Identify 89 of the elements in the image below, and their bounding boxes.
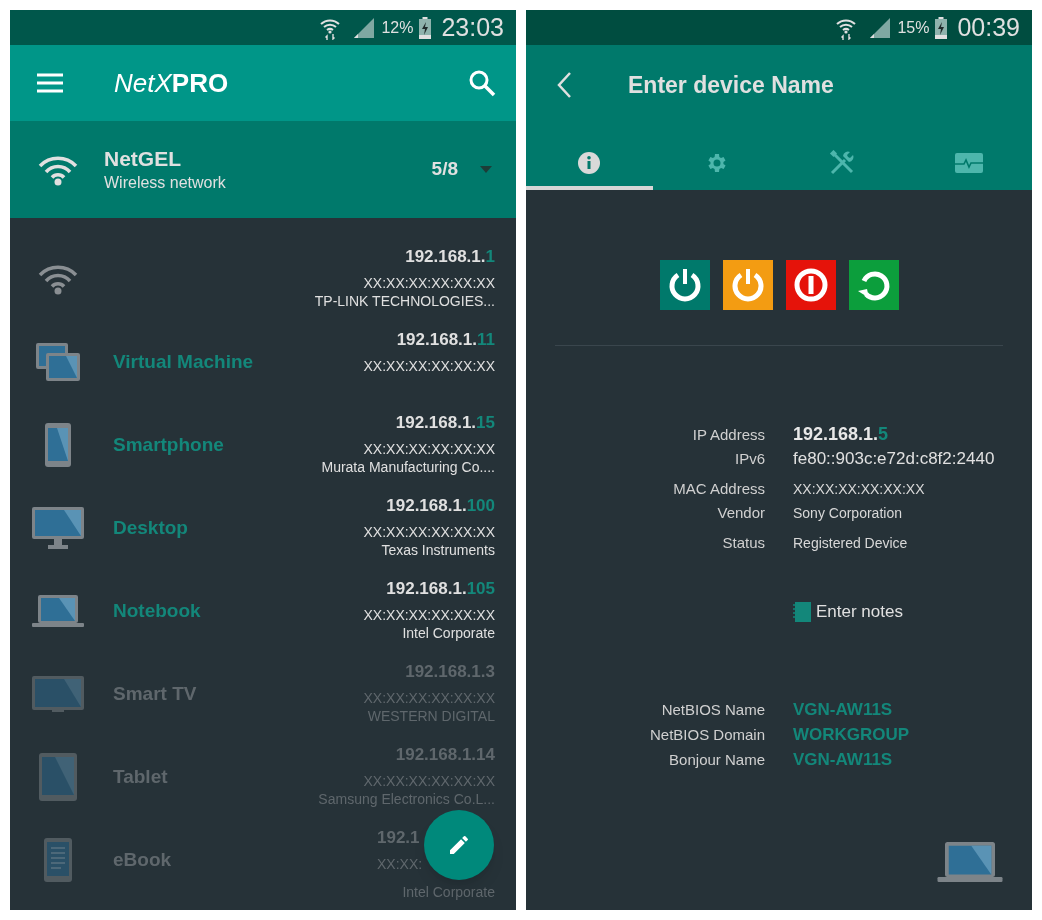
signal-icon: [353, 16, 376, 39]
ip-address: 192.1: [377, 827, 420, 849]
search-icon[interactable]: [468, 69, 496, 98]
clock: 00:39: [957, 11, 1020, 43]
field-value: VGN-AW11S: [793, 698, 894, 721]
device-row[interactable]: Virtual Machine 192.168.1.11 XX:XX:XX:XX:XX:XX: [10, 329, 516, 412]
field-label: NetBIOS Domain: [648, 724, 765, 745]
mac-address: XX:XX:XX:XX:XX:XX: [363, 606, 495, 624]
mac-address: XX:XX:XX:XX:XX:XX: [363, 440, 495, 458]
field-value: WORKGROUP: [793, 723, 911, 746]
power-button[interactable]: [722, 260, 773, 310]
screen-title: Enter device Name: [628, 70, 834, 100]
ip-address: 192.168.1.100: [386, 495, 495, 517]
device-name: Smart TV: [113, 681, 197, 706]
network-selector[interactable]: NetGEL Wireless network 5/8: [10, 121, 516, 218]
restart-button[interactable]: [848, 260, 899, 310]
menu-icon[interactable]: [36, 73, 64, 94]
device-row[interactable]: 192.168.1.1 XX:XX:XX:XX:XX:XX TP-LINK TECHNOLOGIES...: [10, 246, 516, 329]
power-off-button[interactable]: [785, 260, 836, 310]
device-name: Smartphone: [113, 432, 224, 457]
laptop-icon: [936, 841, 1004, 882]
clock: 23:03: [441, 11, 504, 43]
two-monitors-icon: [36, 343, 80, 381]
device-count: 5/8: [431, 157, 458, 182]
device-row[interactable]: Notebook 192.168.1.105 XX:XX:XX:XX:XX:XX Intel Corporate: [10, 578, 516, 661]
mac-address: XX:XX:XX:XX:XX:XX: [363, 772, 495, 790]
tablet-icon: [39, 753, 77, 801]
tools-icon: [829, 150, 856, 176]
ip-address: 192.168.1.15: [395, 412, 495, 434]
ip-address: 192.168.1.3: [405, 661, 495, 683]
vendor-name: Texas Instruments: [381, 541, 495, 559]
field-label: Bonjour Name: [668, 749, 765, 770]
device-name: Desktop: [113, 515, 188, 540]
ip-address: 192.168.1.5: [793, 423, 890, 446]
tv-icon: [32, 676, 84, 712]
vendor-name: WESTERN DIGITAL: [367, 707, 495, 725]
wifi-icon: [38, 263, 78, 295]
battery-icon: [935, 16, 948, 39]
info-icon: [577, 151, 602, 175]
field-value: Registered Device: [793, 534, 909, 553]
network-name: NetGEL: [104, 145, 182, 172]
mac-address: XX:XX:: [377, 855, 423, 873]
network-type: Wireless network: [104, 172, 226, 193]
device-name: Virtual Machine: [113, 349, 254, 374]
device-name: Notebook: [113, 598, 201, 623]
notebook-icon: [793, 601, 811, 622]
signal-icon: [869, 16, 892, 39]
app-title: NetXPRO: [114, 66, 229, 100]
field-value: VGN-AW11S: [793, 748, 894, 771]
field-label: IPv6: [734, 449, 765, 469]
battery-percent: 12%: [381, 17, 414, 38]
field-label: Vendor: [716, 503, 765, 523]
vendor-name: Intel Corporate: [402, 624, 495, 642]
vendor-name: Murata Manufacturing Co....: [321, 458, 495, 476]
field-value: Sony Corporation: [793, 504, 903, 523]
pulse-monitor-icon: [954, 153, 983, 173]
back-icon[interactable]: [556, 71, 572, 99]
field-value: XX:XX:XX:XX:XX:XX: [793, 480, 926, 499]
device-row[interactable]: Smartphone 192.168.1.15 XX:XX:XX:XX:XX:XX Murata Manufacturing Co....: [10, 412, 516, 495]
mac-address: XX:XX:XX:XX:XX:XX: [363, 523, 495, 541]
device-name: eBook: [113, 847, 172, 872]
ebook-reader-icon: [44, 838, 72, 882]
pencil-icon: [447, 833, 471, 857]
ip-address: 192.168.1.105: [386, 578, 495, 600]
smartphone-icon: [45, 423, 71, 467]
power-icon: [792, 267, 829, 303]
battery-icon: [419, 16, 432, 39]
power-button[interactable]: [659, 260, 710, 310]
monitor-icon: [32, 507, 84, 549]
vendor-name: Samsung Electronics Co.L...: [318, 790, 495, 808]
caret-icon: [480, 166, 492, 174]
ip-address: 192.168.1.14: [395, 744, 495, 766]
field-label: MAC Address: [672, 479, 765, 499]
notes-button[interactable]: Enter notes: [793, 599, 903, 625]
field-value: fe80::903c:e72d:c8f2:2440: [793, 448, 996, 470]
device-row[interactable]: Desktop 192.168.1.100 XX:XX:XX:XX:XX:XX Texas Instruments: [10, 495, 516, 578]
device-name: Tablet: [113, 764, 168, 789]
ip-address: 192.168.1.11: [396, 329, 495, 351]
mac-address: XX:XX:XX:XX:XX:XX: [363, 357, 495, 375]
field-label: NetBIOS Name: [660, 699, 765, 720]
field-label: Status: [721, 533, 765, 553]
mac-address: XX:XX:XX:XX:XX:XX: [363, 689, 495, 707]
battery-percent: 15%: [897, 17, 930, 38]
field-label: IP Address: [691, 425, 765, 445]
mac-address: XX:XX:XX:XX:XX:XX: [363, 274, 495, 292]
vendor-name: TP-LINK TECHNOLOGIES...: [314, 292, 495, 310]
ip-address: 192.168.1.1: [405, 246, 495, 268]
laptop-icon: [32, 595, 84, 627]
vendor-name: Intel Corporate: [402, 883, 495, 901]
